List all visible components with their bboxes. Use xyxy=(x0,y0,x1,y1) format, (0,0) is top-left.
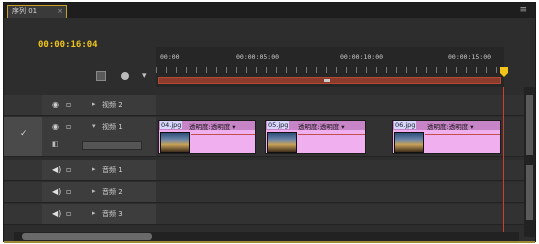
clip-thumbnail xyxy=(267,132,297,153)
clip-filename: 05.jpg xyxy=(267,121,290,129)
track-name: 视频 2 xyxy=(102,101,123,109)
twirl-down-icon[interactable]: ▸ xyxy=(92,187,96,195)
panel-bottom-border xyxy=(4,241,535,243)
track-lane-video-2[interactable] xyxy=(156,95,524,115)
track-header-video-1[interactable]: ◉ ▫ ▾ 视频 1 ◧ xyxy=(42,117,156,156)
track-side xyxy=(4,182,42,202)
track-audio-2: ◀) ▫ ▸ 音频 2 xyxy=(4,182,524,203)
clip-opacity-menu[interactable]: 透明度:透明度 ▾ xyxy=(427,121,474,131)
twirl-down-icon[interactable]: ▸ xyxy=(92,165,96,173)
panel-menu-icon[interactable]: ≡ xyxy=(519,5,527,15)
lock-icon[interactable]: ▫ xyxy=(66,209,71,218)
clip-filename: 04.jpg xyxy=(160,121,183,129)
timeline-panel: 序列 01 × ≡ 00:00:16:04 ▾ 00:00 00:00:05:0… xyxy=(3,2,536,243)
track-audio-3: ◀) ▫ ▸ 音频 3 xyxy=(4,204,524,225)
eye-icon[interactable]: ◉ xyxy=(52,100,59,109)
opacity-line[interactable] xyxy=(298,134,365,135)
scrollbar-thumb-audio[interactable] xyxy=(526,165,533,220)
speaker-icon[interactable]: ◀) xyxy=(52,187,61,196)
ruler-label: 00:00:05:00 xyxy=(236,53,280,61)
lock-icon[interactable]: ▫ xyxy=(66,100,71,109)
track-header-video-2[interactable]: ◉ ▫ ▸ 视频 2 xyxy=(42,95,156,115)
track-name: 音频 1 xyxy=(102,166,123,174)
clip[interactable]: 04.jpg 透明度:透明度 ▾ xyxy=(158,120,256,154)
vertical-scrollbar[interactable] xyxy=(524,87,535,237)
lock-icon[interactable]: ▫ xyxy=(66,165,71,174)
wrench-icon[interactable]: ▾ xyxy=(142,71,152,81)
marker-icon[interactable] xyxy=(120,71,130,81)
clip[interactable]: 05.jpg 透明度:透明度 ▾ xyxy=(265,120,366,154)
track-name: 音频 3 xyxy=(102,210,123,218)
target-check-icon[interactable]: ✓ xyxy=(20,129,28,139)
clip-thumbnail xyxy=(394,132,424,153)
lock-icon[interactable]: ▫ xyxy=(66,187,71,196)
time-ruler[interactable]: 00:00 00:00:05:00 00:00:10:00 00:00:15:0… xyxy=(156,47,508,87)
track-header-audio-3[interactable]: ◀) ▫ ▸ 音频 3 xyxy=(42,204,156,224)
eye-icon[interactable]: ◉ xyxy=(52,122,59,131)
ruler-ticks xyxy=(156,67,504,73)
track-video-1: ✓ ◉ ▫ ▾ 视频 1 ◧ 04.jpg 透明度:透明度 ▾ 05.jpg 透… xyxy=(4,117,524,157)
playhead-handle[interactable] xyxy=(500,67,508,77)
track-header-audio-2[interactable]: ◀) ▫ ▸ 音频 2 xyxy=(42,182,156,202)
current-timecode[interactable]: 00:00:16:04 xyxy=(38,40,98,50)
work-area-grip[interactable] xyxy=(324,79,330,82)
twirl-down-icon[interactable]: ▾ xyxy=(92,122,96,130)
track-audio-1: ◀) ▫ ▸ 音频 1 xyxy=(4,160,524,181)
clip-opacity-menu[interactable]: 透明度:透明度 ▾ xyxy=(298,121,345,131)
track-lane-audio-1[interactable] xyxy=(156,160,524,180)
track-lane-audio-2[interactable] xyxy=(156,182,524,202)
horizontal-scrollbar[interactable] xyxy=(14,232,519,241)
tab-sequence-01[interactable]: 序列 01 × xyxy=(7,5,67,18)
close-icon[interactable]: × xyxy=(57,6,63,17)
track-header-audio-1[interactable]: ◀) ▫ ▸ 音频 1 xyxy=(42,160,156,180)
opacity-line[interactable] xyxy=(191,134,255,135)
tab-bar: 序列 01 × ≡ xyxy=(4,3,535,18)
tab-label: 序列 01 xyxy=(12,7,38,15)
track-side xyxy=(4,160,42,180)
snap-icon[interactable] xyxy=(96,71,106,81)
track-name: 音频 2 xyxy=(102,188,123,196)
keyframe-icon[interactable]: ◧ xyxy=(52,140,59,148)
twirl-down-icon[interactable]: ▸ xyxy=(92,100,96,108)
track-side xyxy=(4,95,42,115)
clip-opacity-menu[interactable]: 透明度:透明度 ▾ xyxy=(189,121,236,131)
ruler-label: 00:00:15:00 xyxy=(448,53,492,61)
track-side[interactable]: ✓ xyxy=(4,117,42,156)
opacity-line[interactable] xyxy=(425,134,500,135)
ruler-label: 00:00 xyxy=(160,53,180,61)
track-lane-video-1[interactable]: 04.jpg 透明度:透明度 ▾ 05.jpg 透明度:透明度 ▾ 06.jpg… xyxy=(156,117,524,156)
speaker-icon[interactable]: ◀) xyxy=(52,209,61,218)
display-style-slider[interactable] xyxy=(82,141,142,150)
zoom-scrollbar-thumb[interactable] xyxy=(22,233,152,240)
speaker-icon[interactable]: ◀) xyxy=(52,165,61,174)
track-video-2: ◉ ▫ ▸ 视频 2 xyxy=(4,95,524,116)
clip-thumbnail xyxy=(160,132,190,153)
playhead-line[interactable] xyxy=(503,87,504,235)
track-side xyxy=(4,204,42,224)
clip-filename: 06.jpg xyxy=(394,121,417,129)
scrollbar-thumb-video[interactable] xyxy=(526,95,533,155)
ruler-label: 00:00:10:00 xyxy=(340,53,384,61)
work-area-bar[interactable] xyxy=(158,77,501,84)
twirl-down-icon[interactable]: ▸ xyxy=(92,209,96,217)
clip[interactable]: 06.jpg 透明度:透明度 ▾ xyxy=(392,120,501,154)
lock-icon[interactable]: ▫ xyxy=(66,122,71,131)
track-name: 视频 1 xyxy=(102,123,123,131)
track-lane-audio-3[interactable] xyxy=(156,204,524,224)
